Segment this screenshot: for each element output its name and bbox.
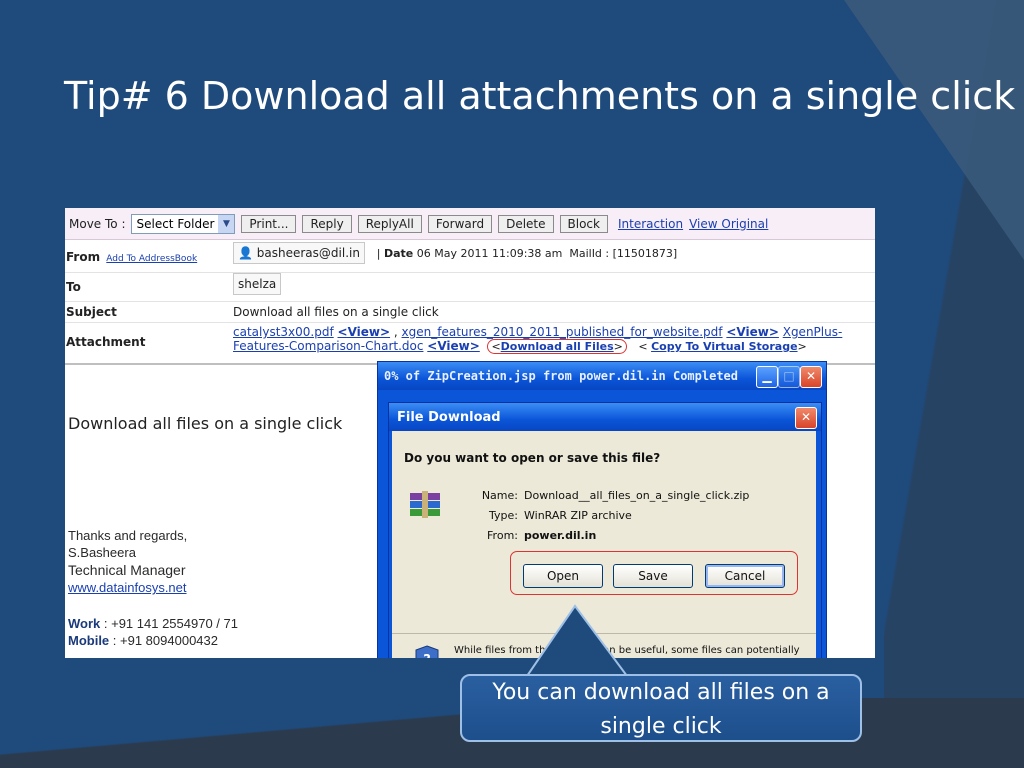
email-screenshot: Move To : Select Folder ▼ Print... Reply… xyxy=(65,208,875,658)
callout-box: You can download all files on a single c… xyxy=(460,674,862,742)
close-icon[interactable]: ✕ xyxy=(795,407,817,429)
folder-select[interactable]: Select Folder ▼ xyxy=(131,213,236,234)
download-all-files-button[interactable]: <Download all Files> xyxy=(487,339,627,354)
slide-title: Tip# 6 Download all attachments on a sin… xyxy=(64,74,1016,118)
chevron-down-icon[interactable]: ▼ xyxy=(218,214,235,233)
view-original-link[interactable]: View Original xyxy=(689,217,768,231)
work-phone: Work : +91 141 2554970 / 71 xyxy=(68,616,238,631)
attachment-label: Attachment xyxy=(66,335,146,349)
reply-button[interactable]: Reply xyxy=(302,214,352,233)
user-icon: 👤 xyxy=(238,246,253,260)
reply-all-button[interactable]: ReplyAll xyxy=(357,214,422,233)
name-label: Name: xyxy=(481,489,518,502)
mobile-phone: Mobile : +91 8094000432 xyxy=(68,633,218,648)
subject-value: Download all files on a single click xyxy=(233,305,439,319)
mail-toolbar: Move To : Select Folder ▼ Print... Reply… xyxy=(65,208,875,240)
security-shield-icon: ? xyxy=(415,645,439,658)
type-label: Type: xyxy=(489,509,518,522)
subject-label: Subject xyxy=(66,305,117,319)
copy-to-virtual-storage-link[interactable]: < Copy To Virtual Storage> xyxy=(638,340,806,353)
open-button[interactable]: Open xyxy=(523,564,603,588)
file-download-body: Do you want to open or save this file? N… xyxy=(392,431,816,658)
name-value: Download__all_files_on_a_single_click.zi… xyxy=(524,489,750,502)
callout-line: You can download all files on a xyxy=(492,680,830,705)
subject-row: Subject Download all files on a single c… xyxy=(65,302,875,323)
maximize-icon[interactable]: □ xyxy=(778,366,800,388)
from-value: power.dil.in xyxy=(524,529,597,542)
progress-window-title: 0% of ZipCreation.jsp from power.dil.in … xyxy=(378,362,826,390)
signature-line: S.Basheera xyxy=(68,545,136,560)
attachment-link[interactable]: catalyst3x00.pdf xyxy=(233,325,334,339)
to-label: To xyxy=(66,280,81,294)
view-link[interactable]: <View> xyxy=(338,325,391,339)
move-to-label: Move To : xyxy=(69,216,126,231)
close-icon[interactable]: ✕ xyxy=(800,366,822,388)
attachment-row: Attachment catalyst3x00.pdf <View> , xge… xyxy=(66,325,843,354)
file-download-title: File Download ✕ xyxy=(389,403,821,431)
dialog-button-group: Open Save Cancel xyxy=(510,551,798,595)
signature-line: Thanks and regards, xyxy=(68,528,188,543)
delete-button[interactable]: Delete xyxy=(498,214,554,233)
file-download-dialog: File Download ✕ Do you want to open or s… xyxy=(388,402,822,658)
signature-line: Technical Manager xyxy=(68,562,186,578)
interaction-link[interactable]: Interaction xyxy=(618,217,683,231)
website-link[interactable]: www.datainfosys.net xyxy=(68,580,187,595)
view-link[interactable]: <View> xyxy=(427,339,480,353)
type-value: WinRAR ZIP archive xyxy=(524,509,632,522)
block-button[interactable]: Block xyxy=(559,214,608,233)
print-button[interactable]: Print... xyxy=(241,214,297,233)
forward-button[interactable]: Forward xyxy=(427,214,493,233)
attachment-link[interactable]: XgenPlus- xyxy=(783,325,843,339)
folder-select-value: Select Folder xyxy=(136,216,215,231)
minimize-icon[interactable]: ▁ xyxy=(756,366,778,388)
download-progress-window: 0% of ZipCreation.jsp from power.dil.in … xyxy=(377,361,827,658)
dialog-question: Do you want to open or save this file? xyxy=(404,451,661,465)
dialog-separator xyxy=(392,633,816,634)
callout-line: single click xyxy=(600,714,722,739)
to-row: To shelza xyxy=(65,273,875,302)
security-warning-text: While files from the Internet can be use… xyxy=(454,645,800,656)
recipient-chip[interactable]: shelza xyxy=(233,273,282,295)
message-body: Download all files on a single click xyxy=(68,414,343,433)
from-label: From Add To AddressBook xyxy=(66,250,198,264)
save-button[interactable]: Save xyxy=(613,564,693,588)
svg-text:?: ? xyxy=(423,653,431,658)
cancel-button[interactable]: Cancel xyxy=(705,564,785,588)
attachment-link[interactable]: xgen_features_2010_2011_published_for_we… xyxy=(402,325,723,339)
winrar-archive-icon xyxy=(410,491,440,518)
from-label: From: xyxy=(487,529,518,542)
sender-chip[interactable]: 👤 basheeras@dil.in xyxy=(233,242,365,264)
attachment-link[interactable]: Features-Comparison-Chart.doc xyxy=(233,339,423,353)
add-to-addressbook-link[interactable]: Add To AddressBook xyxy=(106,254,197,264)
view-link[interactable]: <View> xyxy=(726,325,779,339)
from-row: From Add To AddressBook 👤 basheeras@dil.… xyxy=(65,242,875,273)
